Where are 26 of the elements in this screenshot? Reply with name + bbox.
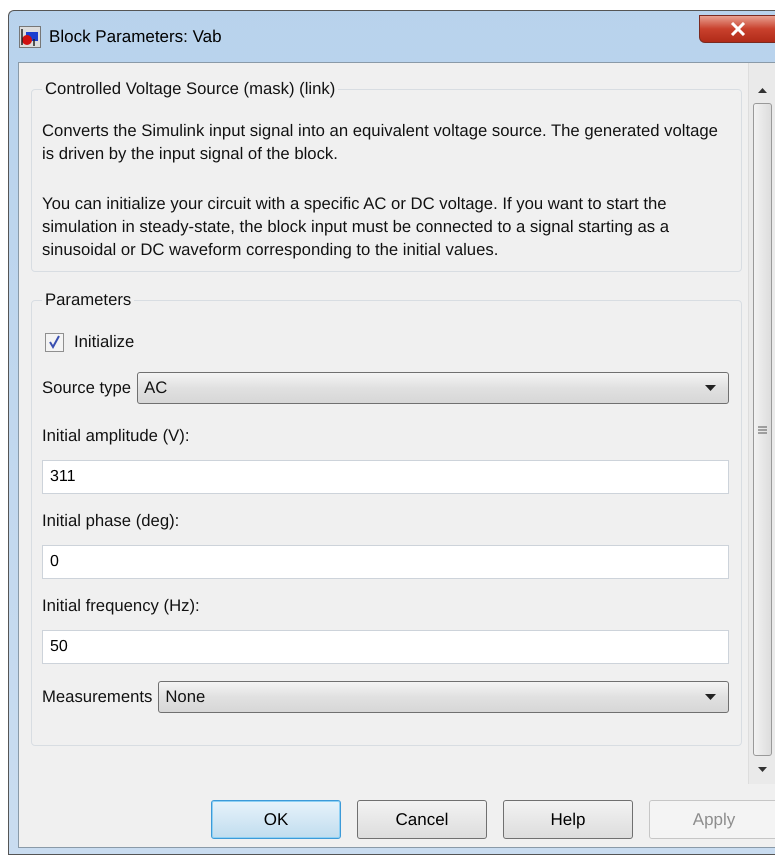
checkbox[interactable] xyxy=(45,332,64,352)
dropdown[interactable]: AC xyxy=(137,372,729,404)
field-label: Initial phase (deg): xyxy=(42,511,180,531)
block-icon xyxy=(19,26,41,48)
checkbox-label: Initialize xyxy=(74,332,134,352)
input-field[interactable]: 0 xyxy=(42,545,729,579)
dialog-button[interactable]: Cancel xyxy=(357,800,487,839)
dropdown[interactable]: None xyxy=(158,681,729,713)
input-field[interactable]: 311 xyxy=(42,460,729,494)
group-title: Controlled Voltage Source (mask) (link) xyxy=(42,79,338,99)
description-text: You can initialize your circuit with a specific AC or DC voltage. If you want to start the simulation in steady-state, the block input must be connected to a signal starting as a sinusoidal or DC waveform corresponding to the initial values. xyxy=(42,193,670,261)
dialog-button[interactable]: Help xyxy=(503,800,633,839)
field-label: Initial frequency (Hz): xyxy=(42,596,201,616)
field-label: Initial amplitude (V): xyxy=(42,426,190,446)
description-text: Converts the Simulink input signal into an equivalent voltage source. The generated voltage is driven by the input signal of the block. xyxy=(42,120,719,165)
caret-icon xyxy=(705,694,716,700)
close-icon xyxy=(730,22,746,36)
field-label: Source type xyxy=(42,378,132,398)
window-title: Block Parameters: Vab xyxy=(49,26,222,46)
scrollbar[interactable] xyxy=(748,63,775,784)
dialog-button[interactable]: OK xyxy=(211,800,341,839)
caret-icon xyxy=(705,385,716,391)
scrollbar-thumb[interactable] xyxy=(752,103,772,756)
input-field[interactable]: 50 xyxy=(42,630,729,664)
field-label: Measurements xyxy=(42,687,152,707)
close-button[interactable] xyxy=(699,15,775,43)
